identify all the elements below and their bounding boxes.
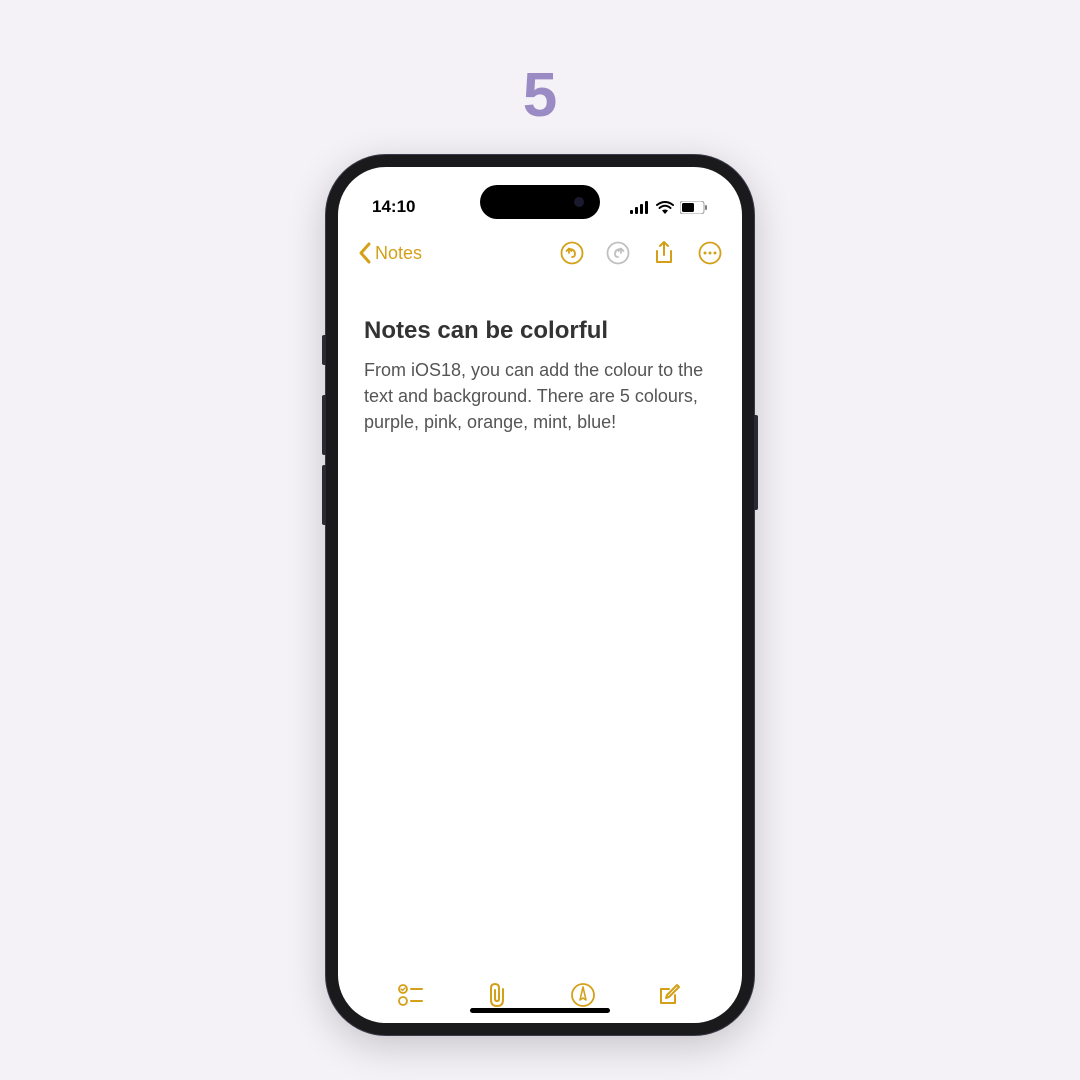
note-body[interactable]: From iOS18, you can add the colour to th… — [364, 357, 716, 435]
status-icons — [630, 201, 708, 214]
home-indicator[interactable] — [470, 1008, 610, 1013]
status-time: 14:10 — [372, 197, 415, 217]
volume-down-button — [322, 465, 326, 525]
back-label: Notes — [375, 243, 422, 264]
redo-button[interactable] — [606, 241, 630, 265]
undo-button[interactable] — [560, 241, 584, 265]
more-button[interactable] — [698, 241, 722, 265]
nav-bar: Notes — [338, 227, 742, 277]
attachment-button[interactable] — [483, 981, 511, 1009]
phone-frame: 14:10 — [326, 155, 754, 1035]
phone-screen: 14:10 — [338, 167, 742, 1023]
markup-button[interactable] — [569, 981, 597, 1009]
nav-actions — [560, 241, 722, 265]
volume-up-button — [322, 395, 326, 455]
note-title[interactable]: Notes can be colorful — [364, 317, 716, 345]
chevron-left-icon — [358, 242, 371, 264]
back-button[interactable]: Notes — [358, 242, 422, 264]
battery-icon — [680, 201, 708, 214]
dynamic-island — [480, 185, 600, 219]
checklist-button[interactable] — [397, 981, 425, 1009]
share-button[interactable] — [652, 241, 676, 265]
page-number: 5 — [523, 60, 557, 131]
note-content[interactable]: Notes can be colorful From iOS18, you ca… — [338, 277, 742, 963]
wifi-icon — [656, 201, 674, 214]
power-button — [754, 415, 758, 510]
cellular-icon — [630, 201, 650, 214]
compose-button[interactable] — [655, 981, 683, 1009]
mute-switch — [322, 335, 326, 365]
bottom-toolbar — [338, 963, 742, 1023]
